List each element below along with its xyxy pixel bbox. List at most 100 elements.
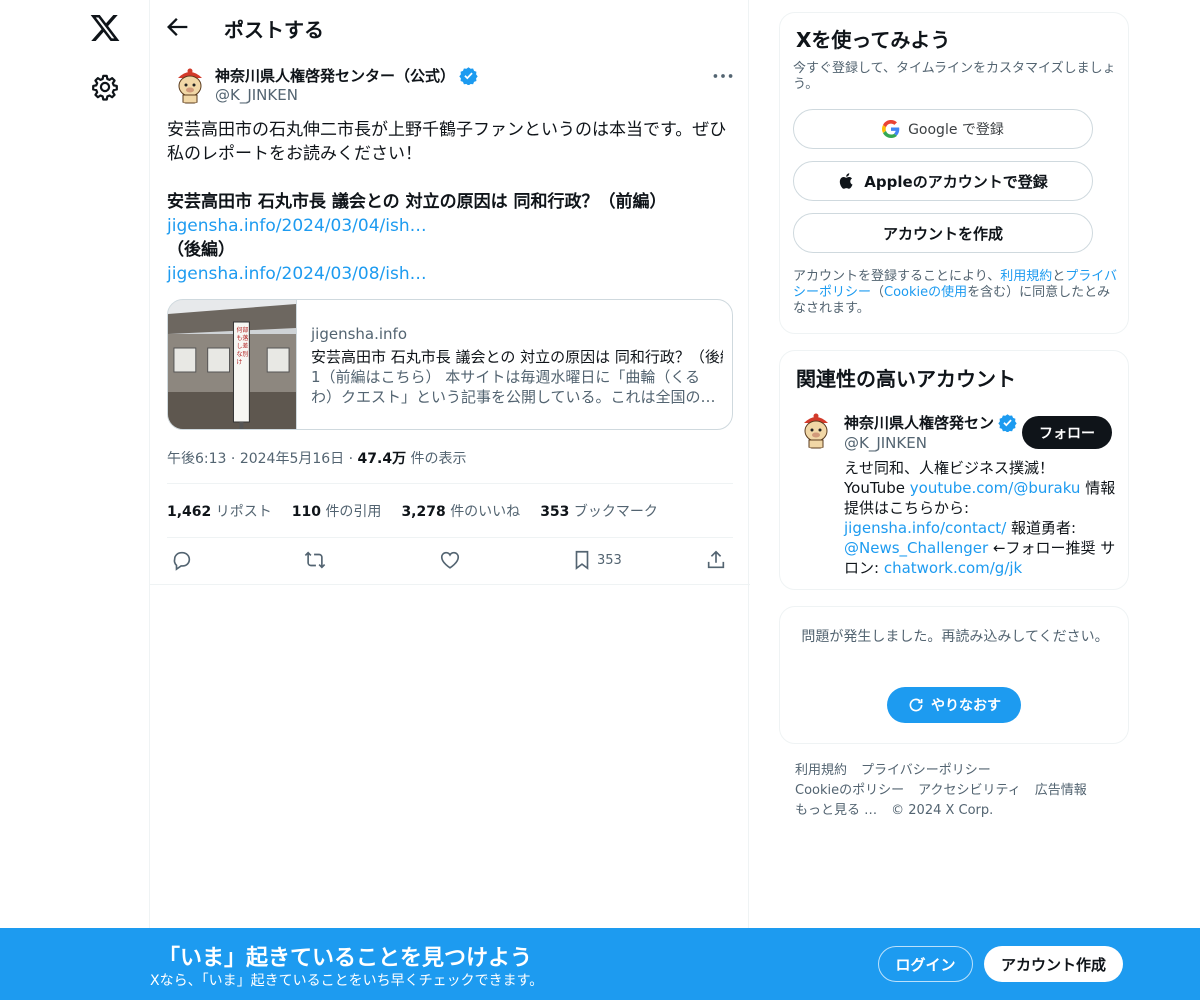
error-message: 問題が発生しました。再読み込みしてください。	[801, 629, 1109, 645]
likes-label: 件のいいね	[450, 504, 521, 520]
x-logo-icon[interactable]	[89, 12, 121, 44]
views-label: 件の表示	[410, 451, 467, 467]
quotes-label: 件の引用	[325, 504, 382, 520]
apple-signup-label: Appleのアカウントで登録	[864, 172, 1048, 191]
likes-count: 3,278	[401, 504, 446, 520]
post-text-line-1: 安芸高田市の石丸伸二市長が上野千鶴子ファンというのは本当です。ぜひ	[167, 120, 727, 140]
engagement-stats: 1,462 リポスト 110 件の引用 3,278 件のいいね 353 ブックマ…	[167, 501, 658, 521]
error-panel: 問題が発生しました。再読み込みしてください。 やりなおす	[779, 606, 1129, 744]
card-description: 1（前編はこちら） 本サイトは毎週水曜日に「曲輪（くるわ）クエスト」という記事を…	[311, 368, 716, 406]
bio-mention-link[interactable]: @News_Challenger	[844, 539, 988, 557]
share-button[interactable]	[705, 547, 727, 573]
create-account-button[interactable]: アカウントを作成	[793, 213, 1093, 253]
create-account-label: アカウントを作成	[882, 224, 1003, 243]
repost-icon	[304, 551, 326, 569]
post-blank-line	[167, 166, 732, 190]
reposts-count: 1,462	[167, 504, 212, 520]
google-signup-label: Google で登録	[908, 122, 1004, 138]
card-domain: jigensha.info	[311, 325, 408, 343]
author-avatar[interactable]	[170, 64, 210, 104]
sign-char: 別	[242, 350, 248, 358]
sign-char: 部	[242, 326, 248, 334]
signup-button[interactable]: アカウント作成	[984, 946, 1123, 982]
bookmark-count: 353	[597, 552, 622, 568]
card-title: 安芸高田市 石丸市長 議会との 対立の原因は 同和行政？（後編）	[311, 348, 723, 366]
card-thumbnail-image: 何 も し な け 部 落 差 別	[168, 300, 297, 429]
sign-char: 差	[242, 342, 248, 350]
footer-links: 利用規約 プライバシーポリシー Cookieのポリシー アクセシビリティ 広告情報 も…	[795, 761, 1125, 821]
share-icon	[707, 550, 725, 569]
reply-button[interactable]	[171, 547, 193, 573]
like-button[interactable]	[439, 547, 461, 573]
google-signup-button[interactable]: Google で登録	[793, 109, 1093, 149]
post-link-2[interactable]: jigensha.info/2024/03/08/ish…	[167, 262, 732, 286]
footer-more-link[interactable]: もっと見る …	[795, 803, 877, 818]
bookmarks-stat[interactable]: 353 ブックマーク	[540, 501, 658, 521]
related-name-row[interactable]: 神奈川県人権啓発セン	[844, 412, 1017, 433]
related-handle[interactable]: @K_JINKEN	[844, 434, 927, 452]
heart-icon	[440, 551, 460, 569]
legal-open: （	[871, 285, 885, 300]
signup-title: Xを使ってみよう	[796, 28, 951, 52]
footer-ads-link[interactable]: 広告情報	[1035, 783, 1087, 798]
mascot-avatar-icon	[796, 409, 836, 449]
views-count: 47.4万	[357, 451, 407, 467]
signup-panel: Xを使ってみよう 今すぐ登録して、タイムラインをカスタマイズしましょう。 Goo…	[779, 12, 1129, 334]
retry-button[interactable]: やりなおす	[887, 687, 1021, 723]
bio-chatwork-link[interactable]: chatwork.com/g/jk	[884, 559, 1022, 577]
apple-logo-icon	[840, 173, 853, 189]
footer-privacy-link[interactable]: プライバシーポリシー	[861, 763, 991, 778]
bio-text: YouTube	[844, 479, 910, 497]
author-name[interactable]: 神奈川県人権啓発センター（公式）	[215, 65, 455, 86]
divider	[167, 537, 733, 538]
bio-contact-link[interactable]: jigensha.info/contact/	[844, 519, 1006, 537]
apple-signup-button[interactable]: Appleのアカウントで登録	[793, 161, 1093, 201]
likes-stat[interactable]: 3,278 件のいいね	[401, 501, 520, 521]
meta-separator: ·	[348, 451, 358, 467]
bottom-bar-subtitle: Xなら、「いま」起きていることをいち早くチェックできます。	[150, 973, 544, 989]
bio-youtube-link[interactable]: youtube.com/@buraku	[910, 479, 1081, 497]
link-preview-card[interactable]: 何 も し な け 部 落 差 別 jigensha.info 安芸高田市 石丸…	[167, 299, 733, 430]
quotes-stat[interactable]: 110 件の引用	[292, 501, 382, 521]
verified-badge-icon	[459, 67, 478, 85]
post-timestamp-row: 午後6:13 · 2024年5月16日 · 47.4万 件の表示	[167, 448, 467, 468]
post-link-1[interactable]: jigensha.info/2024/03/04/ish…	[167, 214, 732, 238]
follow-button[interactable]: フォロー	[1022, 416, 1112, 449]
meta-separator: ·	[230, 451, 240, 467]
post-body: 安芸高田市の石丸伸二市長が上野千鶴子ファンというのは本当です。ぜひ 私のレポート…	[167, 118, 732, 286]
quotes-count: 110	[291, 504, 321, 520]
footer-terms-link[interactable]: 利用規約	[795, 763, 847, 778]
action-bar: 353	[167, 545, 733, 577]
footer-copyright: © 2024 X Corp.	[891, 803, 994, 818]
cookie-link[interactable]: Cookieの使用	[884, 285, 967, 300]
footer-accessibility-link[interactable]: アクセシビリティ	[918, 783, 1021, 798]
verified-badge-icon	[998, 414, 1017, 432]
related-avatar[interactable]	[796, 409, 836, 449]
related-accounts-panel: 関連性の高いアカウント 神奈川県人権啓発セン @K_JINKEN フォロー えせ…	[779, 350, 1129, 590]
footer-cookie-link[interactable]: Cookieのポリシー	[795, 783, 904, 798]
post-date[interactable]: 2024年5月16日	[240, 451, 344, 467]
retry-label: やりなおす	[931, 698, 1001, 714]
login-button[interactable]: ログイン	[878, 946, 973, 982]
bookmarks-label: ブックマーク	[573, 504, 658, 520]
reposts-stat[interactable]: 1,462 リポスト	[167, 501, 272, 521]
post-time[interactable]: 午後6:13	[167, 451, 226, 467]
legal-prefix: アカウントを登録することにより、	[793, 269, 1001, 284]
terms-link[interactable]: 利用規約	[1000, 269, 1052, 284]
page-title: ポストする	[224, 18, 324, 42]
bio-text: 報道勇者:	[1006, 519, 1077, 537]
bottom-signup-bar: 「いま」起きていることを見つけよう Xなら、「いま」起きていることをいち早くチェ…	[0, 928, 1200, 1000]
sign-char: け	[236, 359, 242, 366]
bookmarks-count: 353	[540, 504, 570, 520]
repost-button[interactable]	[304, 547, 326, 573]
related-name[interactable]: 神奈川県人権啓発セン	[844, 412, 994, 433]
more-options-icon[interactable]	[710, 63, 736, 89]
back-arrow-icon[interactable]	[164, 13, 192, 41]
sign-char: 落	[242, 334, 248, 342]
left-nav	[0, 0, 150, 1000]
author-name-row[interactable]: 神奈川県人権啓発センター（公式）	[215, 65, 478, 86]
bookmark-button[interactable]: 353	[571, 547, 622, 573]
divider	[150, 584, 750, 585]
settings-gear-icon[interactable]	[91, 73, 119, 101]
author-handle[interactable]: @K_JINKEN	[215, 86, 298, 104]
